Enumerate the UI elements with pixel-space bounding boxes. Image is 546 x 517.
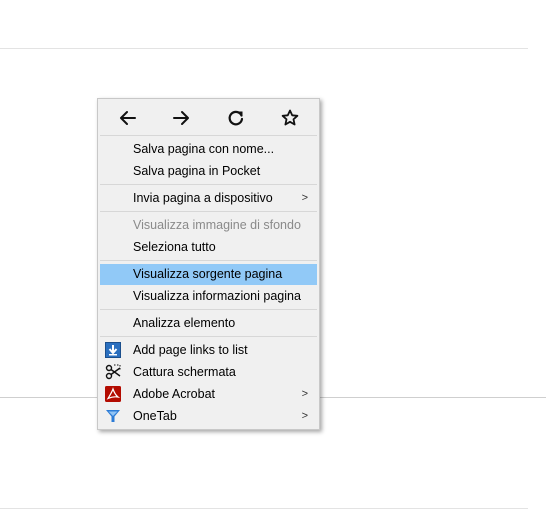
bookmark-star-icon <box>281 109 299 126</box>
onetab-funnel-icon <box>106 410 120 422</box>
forward-arrow-icon <box>173 111 189 125</box>
menu-separator <box>100 135 317 136</box>
menu-item-view-page-source[interactable]: Visualizza sorgente pagina <box>100 264 317 285</box>
scissors-icon <box>105 364 121 380</box>
download-arrow-icon <box>105 342 121 358</box>
menu-item-onetab[interactable]: OneTab > <box>100 406 317 427</box>
menu-item-add-page-links[interactable]: Add page links to list <box>100 340 317 361</box>
menu-item-label: Cattura schermata <box>133 365 236 379</box>
menu-item-label: Invia pagina a dispositivo <box>133 191 273 205</box>
menu-item-label: Seleziona tutto <box>133 240 216 254</box>
menu-item-label: Analizza elemento <box>133 316 236 330</box>
submenu-arrow-icon: > <box>301 192 308 204</box>
menu-item-save-to-pocket[interactable]: Salva pagina in Pocket <box>100 161 317 182</box>
menu-item-label: Visualizza sorgente pagina <box>133 267 283 281</box>
menu-item-select-all[interactable]: Seleziona tutto <box>100 237 317 258</box>
back-arrow-icon <box>120 111 136 125</box>
menu-item-screenshot[interactable]: Cattura schermata <box>100 362 317 383</box>
menu-item-label: Salva pagina con nome... <box>133 142 275 156</box>
menu-item-label: Visualizza immagine di sfondo <box>133 218 301 232</box>
bookmark-button[interactable] <box>274 104 306 132</box>
submenu-arrow-icon: > <box>301 388 308 400</box>
menu-item-adobe-acrobat[interactable]: Adobe Acrobat > <box>100 384 317 405</box>
submenu-arrow-icon: > <box>301 410 308 422</box>
menu-separator <box>100 211 317 212</box>
menu-separator <box>100 336 317 337</box>
menu-separator <box>100 309 317 310</box>
menu-item-send-page-to-device[interactable]: Invia pagina a dispositivo > <box>100 188 317 209</box>
forward-button[interactable] <box>165 104 197 132</box>
menu-item-label: Adobe Acrobat <box>133 387 216 401</box>
menu-separator <box>100 184 317 185</box>
menu-item-label: Salva pagina in Pocket <box>133 164 261 178</box>
menu-item-view-background-image: Visualizza immagine di sfondo <box>100 215 317 236</box>
reload-icon <box>228 110 244 126</box>
reload-button[interactable] <box>220 104 252 132</box>
menu-item-label: Visualizza informazioni pagina <box>133 289 301 303</box>
menu-item-label: OneTab <box>133 409 177 423</box>
menu-separator <box>100 260 317 261</box>
menu-item-inspect-element[interactable]: Analizza elemento <box>100 313 317 334</box>
adobe-acrobat-icon <box>105 386 121 402</box>
menu-item-view-page-info[interactable]: Visualizza informazioni pagina <box>100 286 317 307</box>
menu-item-label: Add page links to list <box>133 343 248 357</box>
context-menu: Salva pagina con nome... Salva pagina in… <box>97 98 320 430</box>
back-button[interactable] <box>112 104 144 132</box>
context-nav-row <box>98 99 319 135</box>
page-divider-top <box>0 48 528 49</box>
page-divider-bottom <box>0 508 528 509</box>
menu-item-save-page-as[interactable]: Salva pagina con nome... <box>100 139 317 160</box>
